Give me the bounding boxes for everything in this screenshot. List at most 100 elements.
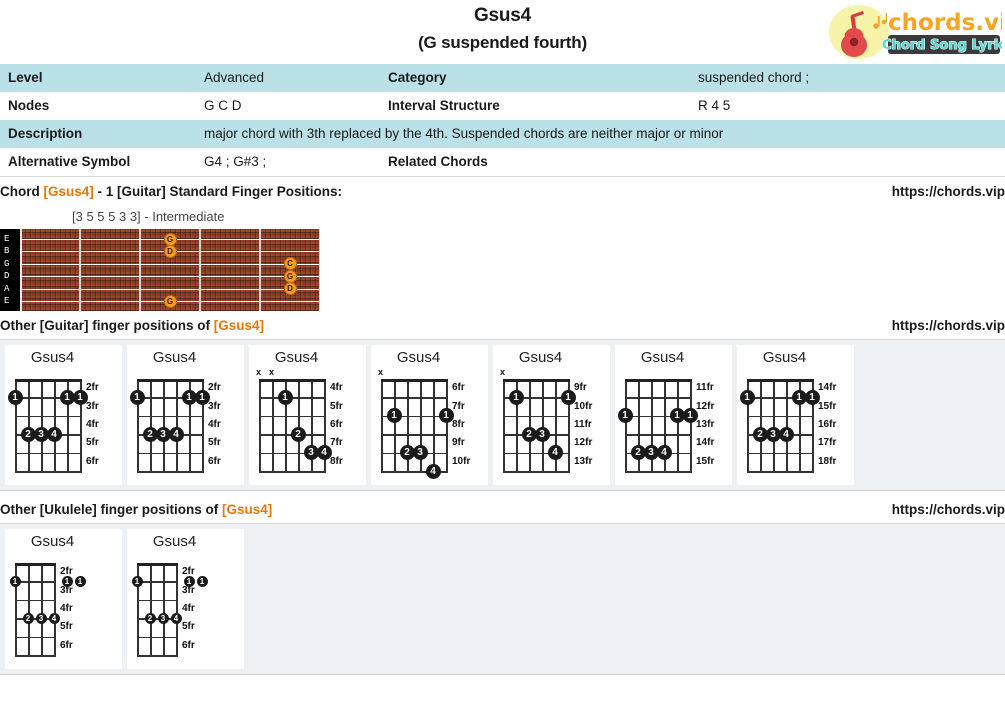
fret-number-label: 5fr <box>182 621 195 633</box>
other-ukulele-prefix: Other [Ukulele] finger positions of <box>0 502 223 517</box>
grid-fret-line <box>503 379 570 382</box>
fret-number-label: 12fr <box>574 437 593 449</box>
chords-vip-logo[interactable]: chords.vip Chord Song Lyric <box>826 2 1005 60</box>
row-value-level: Advanced <box>204 70 265 85</box>
grid-fret-line <box>15 636 56 639</box>
string-label: A <box>4 283 10 294</box>
grid-string-line <box>41 563 43 655</box>
chord-diagram-title: Gsus4 <box>152 349 197 366</box>
grid-fret-line <box>747 452 814 455</box>
fret-number-label: 5fr <box>86 437 99 449</box>
fret-number-label: 7fr <box>330 437 343 449</box>
grid-fret-line <box>15 581 56 583</box>
grid-fret-line <box>137 415 204 418</box>
fret-number-label: 10fr <box>574 400 593 412</box>
finger-position-dot: 2 <box>22 612 34 624</box>
main-fretboard-section: [3 5 5 5 3 3] - Intermediate EBGDAEGDCGD… <box>0 209 1005 311</box>
site-url-ukulele[interactable]: https://chords.vip <box>892 502 1005 518</box>
grid-fret-line <box>747 471 814 473</box>
other-guitar-heading: Other [Guitar] finger positions of [Gsus… <box>0 311 1005 339</box>
fretboard-note-marker: G <box>163 232 177 246</box>
grid-fret-line <box>15 599 56 602</box>
finger-position-dot: 1 <box>183 575 195 587</box>
string-label: G <box>4 258 10 269</box>
guitar-chord-diagram[interactable]: Gsus4 11fr 12fr 13fr 14fr 15fr 1 1 1 2 3 4 <box>615 345 732 485</box>
fretboard-caption: [3 5 5 5 3 3] - Intermediate <box>72 209 225 224</box>
table-row: Nodes G C D Interval Structure R 4 5 <box>0 92 1005 120</box>
grid-fret-line <box>15 379 82 382</box>
guitar-diagrams-strip: Gsus4 2fr 3fr 4fr 5fr 6fr 1 1 1 2 3 4 Gsus4 2fr 3fr 4fr… <box>0 339 1005 491</box>
guitar-chord-diagram[interactable]: Gsus4 4fr 5fr 6fr 7fr 8fr x x 1 2 3 4 <box>249 345 366 485</box>
finger-position-dot: 1 <box>804 389 820 405</box>
guitar-chord-diagram[interactable]: Gsus4 14fr 15fr 16fr 17fr 18fr 1 1 1 2 3 4 <box>737 345 854 485</box>
chord-grid <box>15 563 56 657</box>
logo-wordmark: chords.vip <box>888 10 1002 36</box>
grid-string-line <box>503 379 505 471</box>
grid-string-line <box>298 379 300 471</box>
fret-number-label: 4fr <box>60 603 73 614</box>
muted-string-x-icon: x <box>500 367 506 377</box>
fret-number-label: 14fr <box>696 437 715 449</box>
chord-diagram-title: Gsus4 <box>518 349 563 366</box>
guitar-chord-diagram[interactable]: Gsus4 9fr 10fr 11fr 12fr 13fr x 1 1 2 3 4 <box>493 345 610 485</box>
fret-number-label: 3fr <box>60 584 73 596</box>
ukulele-chord-diagram[interactable]: Gsus4 2fr 3fr 4fr 5fr 6fr 1 1 1 2 3 4 <box>5 529 122 669</box>
finger-position-dot: 1 <box>72 389 88 405</box>
site-url-standard[interactable]: https://chords.vip <box>892 184 1005 200</box>
fretboard-note-marker: D <box>163 244 177 258</box>
fret-number-label: 12fr <box>696 400 715 412</box>
row-value-alternative-symbol: G4 ; G#3 ; <box>204 154 267 169</box>
grid-fret-line <box>137 379 204 382</box>
fret-number-label: 7fr <box>452 400 465 412</box>
grid-fret-line <box>503 415 570 418</box>
fret-number-label: 18fr <box>818 455 837 467</box>
guitar-chord-diagram[interactable]: Gsus4 2fr 3fr 4fr 5fr 6fr 1 1 1 2 3 4 <box>127 345 244 485</box>
grid-string-line <box>176 563 178 655</box>
finger-position-dot: 4 <box>425 463 441 479</box>
finger-position-dot: 1 <box>508 389 524 405</box>
fret-number-label: 5fr <box>208 437 221 449</box>
finger-position-dot: 1 <box>739 389 755 405</box>
finger-position-dot: 4 <box>46 426 62 442</box>
fretboard-nut <box>20 229 22 311</box>
fret-number-label: 6fr <box>330 419 343 430</box>
grid-string-line <box>54 379 56 471</box>
grid-string-line <box>786 379 788 471</box>
finger-position-dot: 1 <box>196 575 208 587</box>
fret-line <box>319 229 320 311</box>
logo-tagline: Chord Song Lyric <box>882 38 1002 53</box>
grid-fret-line <box>747 415 814 418</box>
muted-string-x-icon: x <box>256 367 262 377</box>
string-label: B <box>4 246 10 257</box>
fret-number-label: 5fr <box>60 621 73 633</box>
grid-string-line <box>163 563 165 655</box>
fret-line <box>199 229 201 311</box>
grid-fret-line <box>137 452 204 455</box>
finger-position-dot: 3 <box>534 426 550 442</box>
finger-position-dot: 1 <box>9 575 21 587</box>
fret-number-label: 9fr <box>574 382 587 394</box>
grid-fret-line <box>137 636 178 639</box>
finger-position-dot: 3 <box>157 612 169 624</box>
guitar-chord-diagram[interactable]: Gsus4 2fr 3fr 4fr 5fr 6fr 1 1 1 2 3 4 <box>5 345 122 485</box>
fret-number-label: 11fr <box>696 382 714 394</box>
site-url-guitar[interactable]: https://chords.vip <box>892 318 1005 334</box>
grid-fret-line <box>137 655 178 657</box>
chord-grid <box>259 379 326 473</box>
chord-diagram-title: Gsus4 <box>152 533 197 550</box>
finger-position-dot: 4 <box>778 426 794 442</box>
grid-fret-line <box>503 471 570 473</box>
ukulele-chord-diagram[interactable]: Gsus4 2fr 3fr 4fr 5fr 6fr 1 1 1 2 3 4 <box>127 529 244 669</box>
guitar-chord-diagram[interactable]: Gsus4 6fr 7fr 8fr 9fr 10fr x 1 1 2 3 4 <box>371 345 488 485</box>
chord-diagram-title: Gsus4 <box>274 349 319 366</box>
finger-position-dot: 4 <box>170 612 182 624</box>
fret-number-label: 3fr <box>208 400 221 412</box>
fret-number-label: 6fr <box>60 639 73 651</box>
grid-fret-line <box>15 563 56 566</box>
grid-fret-line <box>15 471 82 473</box>
grid-string-line <box>176 379 178 471</box>
finger-position-dot: 1 <box>617 408 633 424</box>
grid-fret-line <box>625 397 692 399</box>
string-label: D <box>4 271 10 282</box>
grid-string-line <box>150 379 152 471</box>
